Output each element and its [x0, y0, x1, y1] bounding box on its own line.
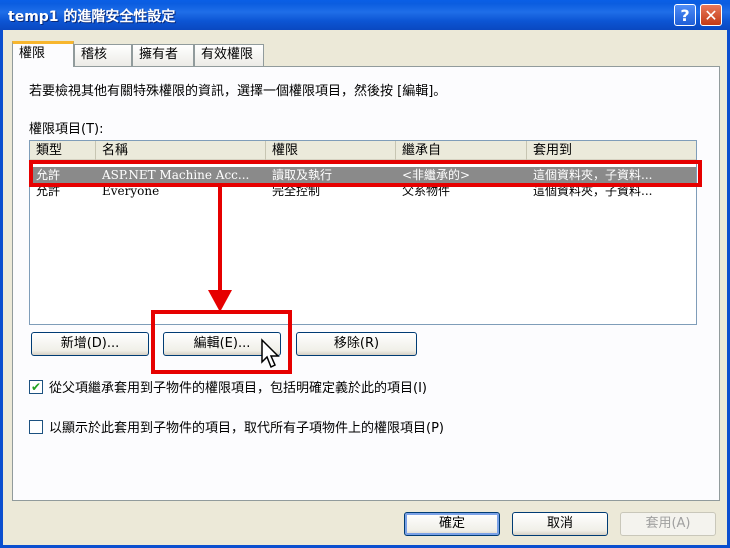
- inherit-permissions-label: 從父項繼承套用到子物件的權限項目，包括明確定義於此的項目(I): [49, 381, 427, 396]
- cancel-button[interactable]: 取消: [512, 512, 608, 536]
- annotation-arrow: [218, 186, 222, 290]
- column-header-name[interactable]: 名稱: [96, 141, 266, 160]
- close-icon: ✕: [704, 5, 718, 25]
- inherit-permissions-option[interactable]: ✔ 從父項繼承套用到子物件的權限項目，包括明確定義於此的項目(I): [29, 377, 427, 396]
- annotation-highlight-row: [29, 160, 702, 187]
- title-bar[interactable]: temp1 的進階安全性設定 ? ✕: [0, 0, 730, 30]
- column-header-permission[interactable]: 權限: [266, 141, 396, 160]
- column-header-type[interactable]: 類型: [30, 141, 96, 160]
- inherit-permissions-checkbox[interactable]: ✔: [29, 379, 43, 394]
- replace-permissions-checkbox[interactable]: [29, 419, 43, 434]
- window-title: temp1 的進階安全性設定: [8, 9, 176, 25]
- replace-permissions-label: 以顯示於此套用到子物件的項目，取代所有子項物件上的權限項目(P): [49, 421, 444, 436]
- apply-button[interactable]: 套用(A): [620, 512, 716, 536]
- replace-permissions-option[interactable]: 以顯示於此套用到子物件的項目，取代所有子項物件上的權限項目(P): [29, 417, 444, 436]
- window-frame-left: [0, 30, 3, 548]
- mouse-cursor-icon: [261, 338, 280, 369]
- ok-button[interactable]: 確定: [404, 512, 500, 536]
- help-button[interactable]: ?: [674, 4, 696, 26]
- info-text: 若要檢視其他有關特殊權限的資訊，選擇一個權限項目，然後按 [編輯]。: [29, 84, 447, 99]
- column-header-apply-to[interactable]: 套用到: [527, 141, 696, 160]
- help-icon: ?: [680, 5, 690, 25]
- close-button[interactable]: ✕: [700, 4, 722, 26]
- tab-effective-permissions[interactable]: 有效權限: [194, 44, 264, 66]
- list-header: 類型 名稱 權限 繼承自 套用到: [30, 141, 696, 160]
- permission-entries-label: 權限項目(T):: [29, 122, 104, 137]
- remove-button[interactable]: 移除(R): [296, 332, 417, 356]
- tab-auditing[interactable]: 稽核: [74, 44, 132, 66]
- add-button[interactable]: 新增(D)...: [31, 332, 149, 356]
- tab-permissions[interactable]: 權限: [12, 41, 74, 67]
- column-header-inherited-from[interactable]: 繼承自: [396, 141, 527, 160]
- annotation-arrow-head: [208, 290, 232, 312]
- tab-owner[interactable]: 擁有者: [132, 44, 194, 66]
